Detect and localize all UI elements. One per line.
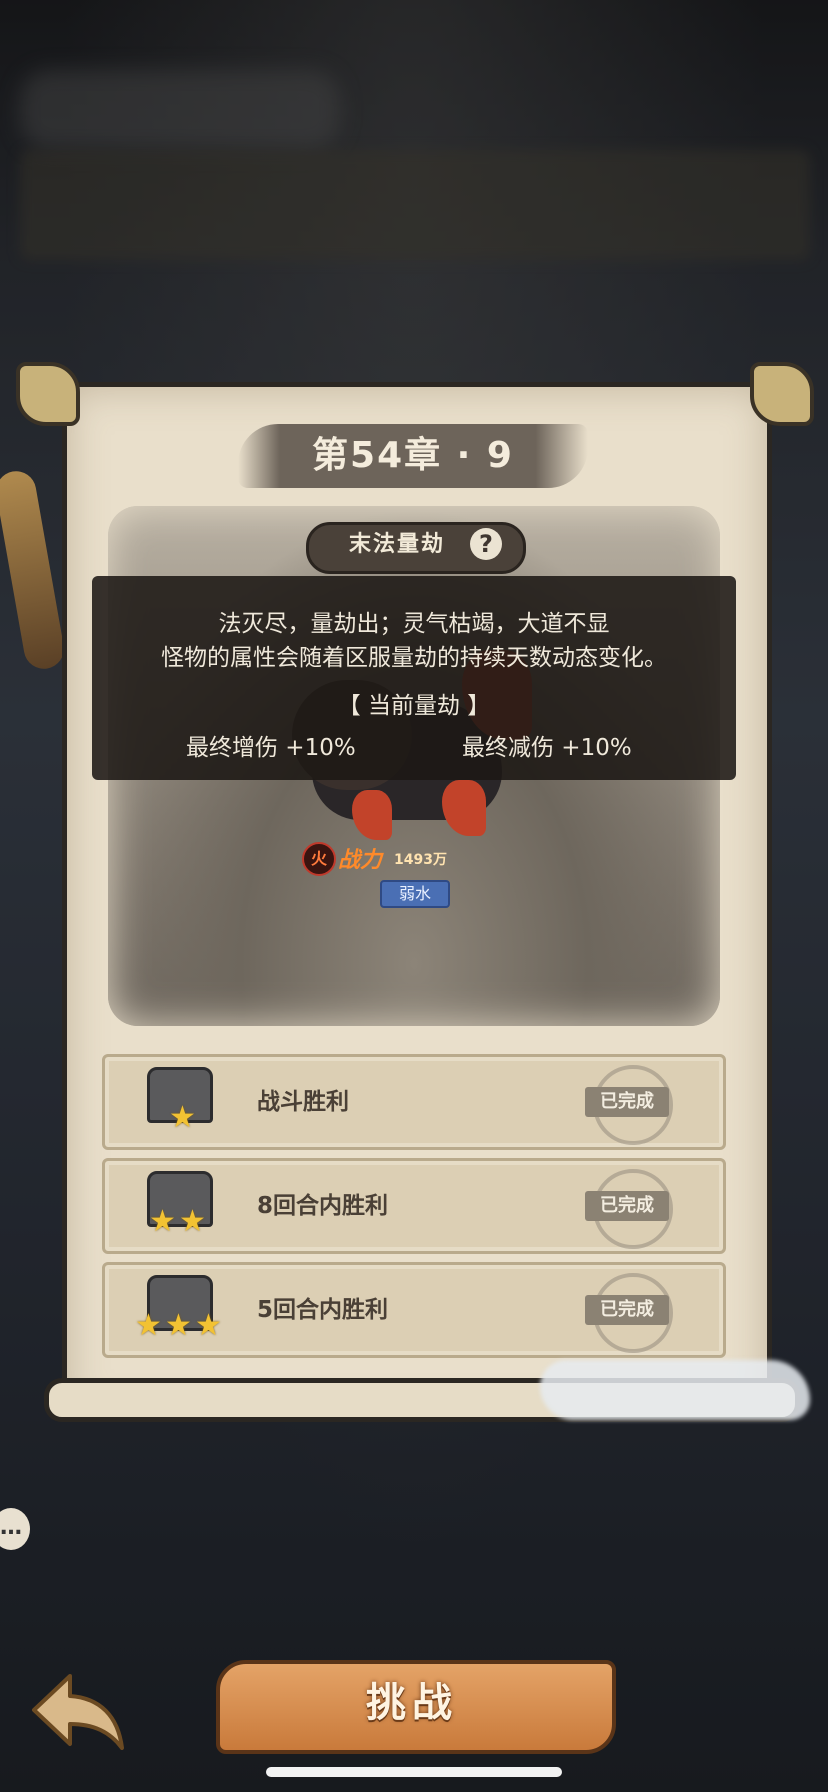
objective-label: 战斗胜利 [257,1089,349,1115]
monster-flame-leg [442,780,486,836]
mode-tag-label: 末法量劫 [348,532,445,557]
power-value: 1493万 [394,852,447,868]
scroll-top-roll [16,362,814,426]
scroll-cap-right [750,362,814,426]
final-damage-reduction: 最终减伤 +10% [462,735,632,761]
objective-row: ★ ★ 8回合内胜利 已完成 [102,1158,726,1254]
objective-label: 8回合内胜利 [257,1193,389,1219]
challenge-button[interactable]: 挑战 [196,1650,628,1762]
tooltip-line-2: 怪物的属性会随着区服量劫的持续天数动态变化。 [161,645,667,671]
objective-label: 5回合内胜利 [257,1297,389,1323]
back-arrow-icon[interactable] [30,1670,126,1750]
cloud-ornament [540,1360,810,1420]
completed-badge: 已完成 [585,1191,669,1221]
star-icon: ★ [165,1308,192,1343]
objective-row: ★ 战斗胜利 已完成 [102,1054,726,1150]
challenge-button-label: 挑战 [366,1680,458,1726]
objective-row: ★ ★ ★ 5回合内胜利 已完成 [102,1262,726,1358]
chest-icon: ★ ★ [139,1167,217,1237]
star-icon: ★ [149,1204,176,1239]
stage-title: 第54章 · 9 [312,435,514,476]
completed-badge: 已完成 [585,1087,669,1117]
completed-badge: 已完成 [585,1295,669,1325]
monster-flame-paw [352,790,392,840]
chest-icon: ★ ★ ★ [135,1271,222,1341]
enemy-power: 火 战力 1493万 [302,842,462,876]
help-icon[interactable]: ? [470,528,502,560]
power-label: 战力 [338,848,383,873]
final-damage-bonus: 最终增伤 +10% [186,735,356,761]
home-indicator[interactable] [266,1767,562,1777]
star-icon: ★ [135,1308,162,1343]
weakness-badge: 弱水 [380,880,450,908]
chest-icon: ★ [139,1063,217,1133]
star-icon: ★ [195,1308,222,1343]
scroll-cap-left [16,362,80,426]
star-icon: ★ [169,1100,196,1135]
tooltip-section-title: 【 当前量劫 】 [337,693,491,719]
tooltip-line-1: 法灭尽，量劫出；灵气枯竭，大道不显 [218,611,610,637]
fire-element-icon: 火 [302,842,336,876]
star-icon: ★ [179,1204,206,1239]
